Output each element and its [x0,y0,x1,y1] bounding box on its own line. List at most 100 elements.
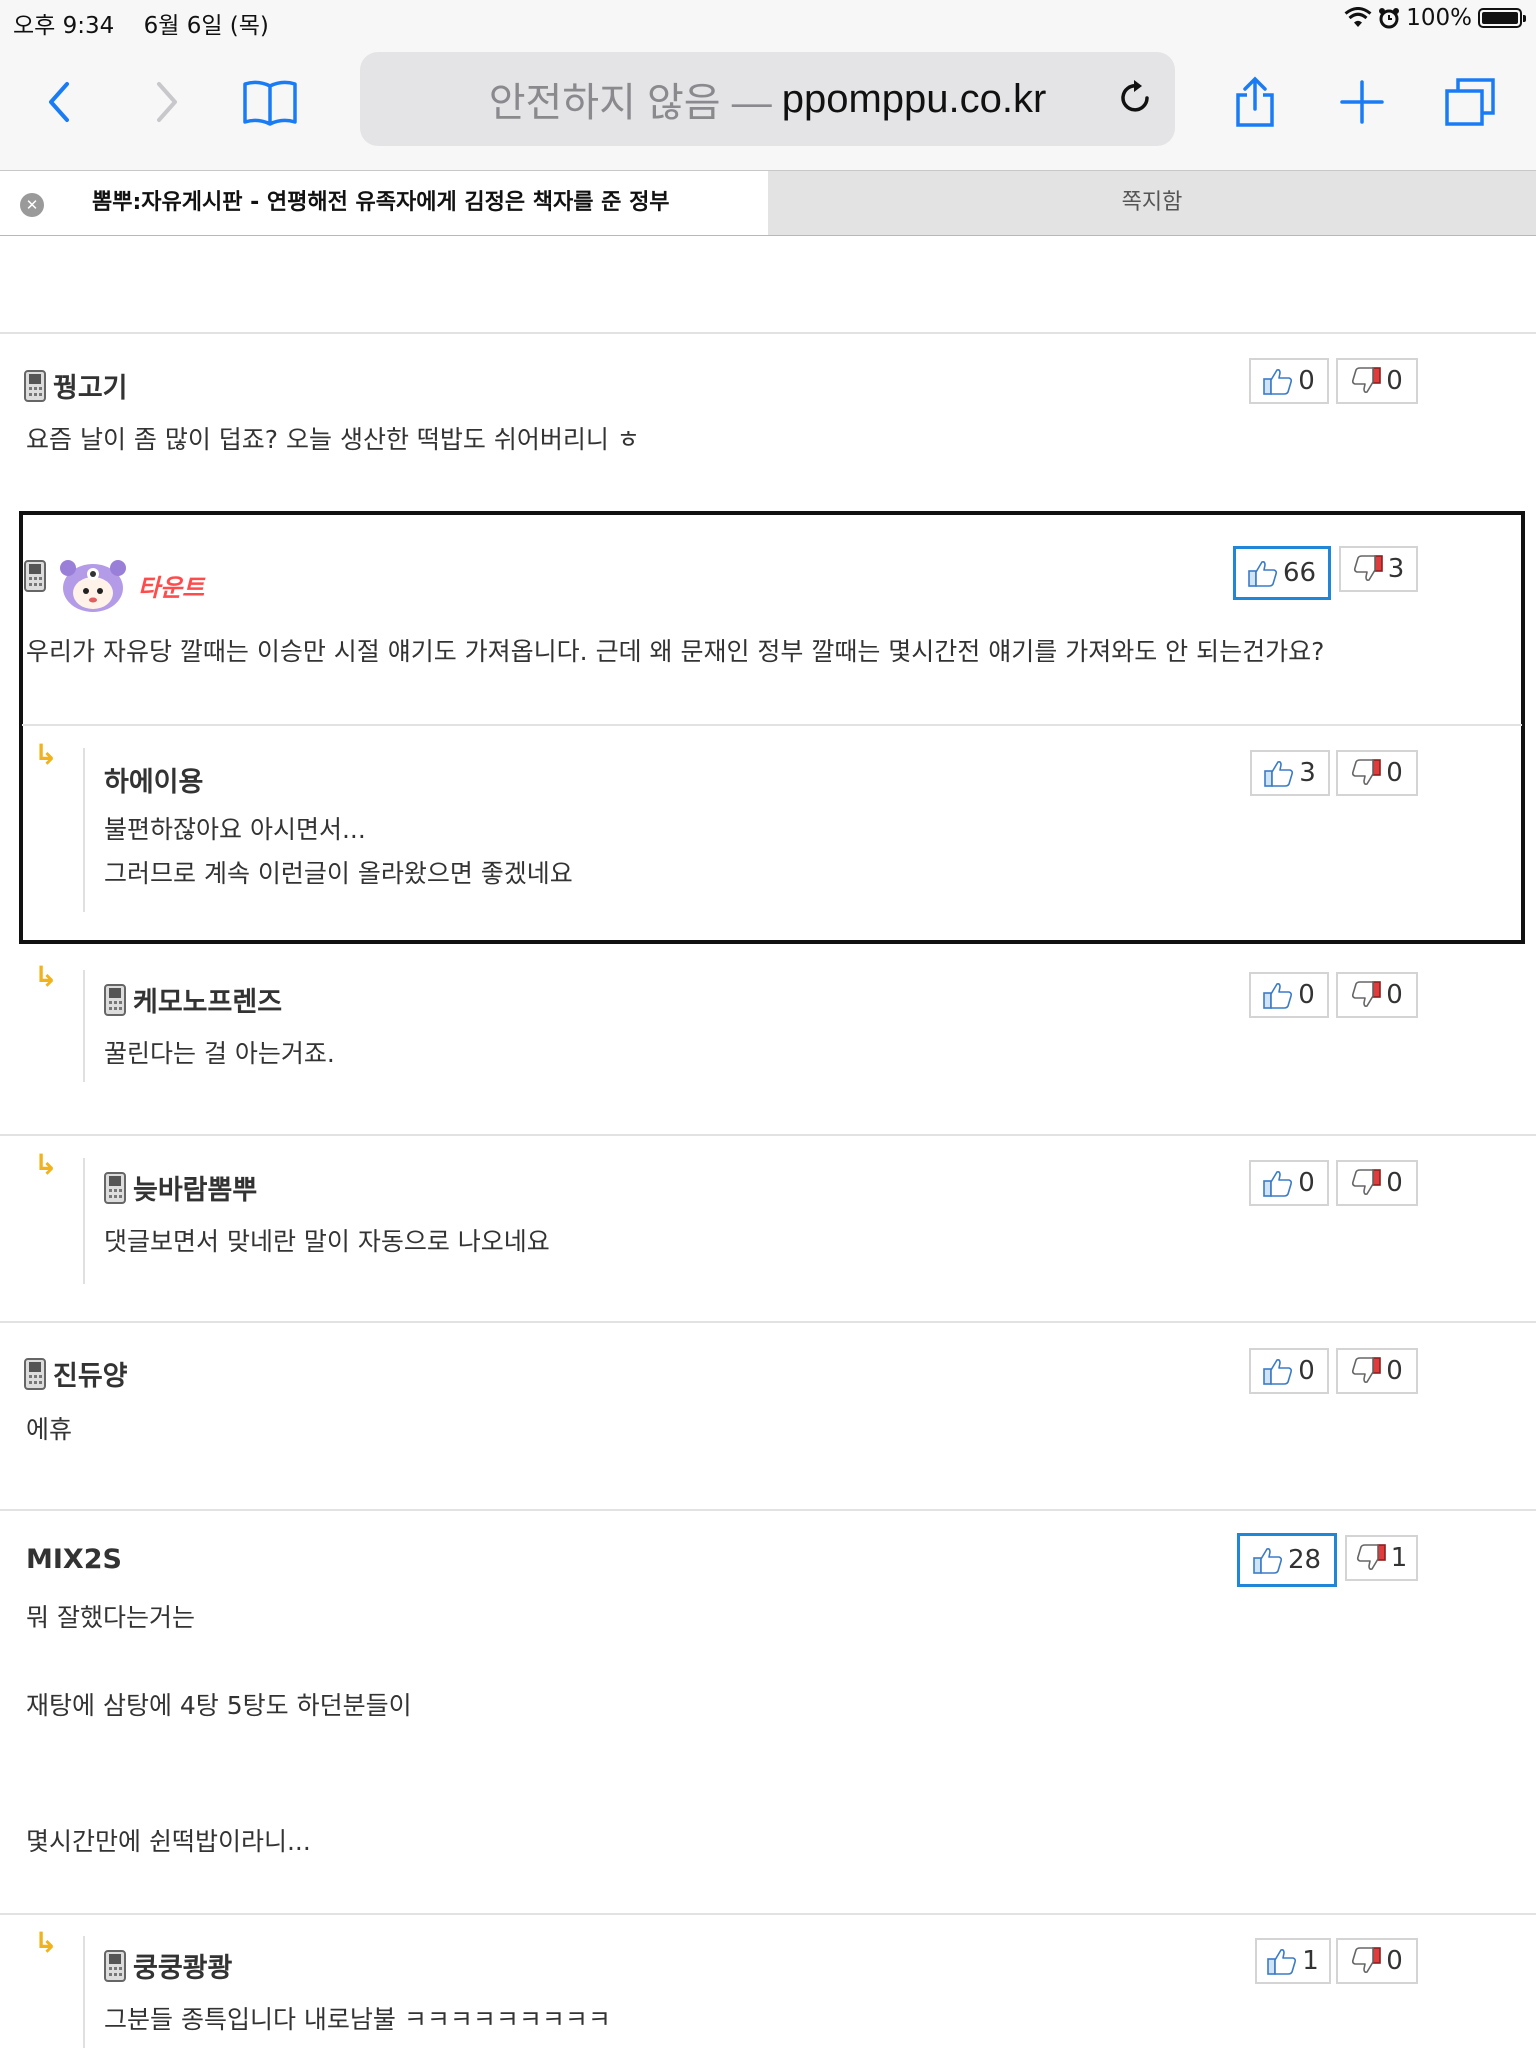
upvote-count: 0 [1298,980,1315,1010]
thumbs-down-icon [1352,981,1382,1007]
divider [22,724,1522,726]
thumbs-up-icon [1263,983,1293,1009]
close-tab-icon[interactable]: ✕ [20,193,44,217]
comment-author: 진듀양 [24,1354,128,1393]
mobile-icon [104,1949,126,1982]
downvote-button[interactable]: 0 [1336,1348,1418,1394]
reply-arrow-icon: ↳ [34,1148,58,1181]
comment-author-name: 쿵쿵쾅쾅 [133,1953,233,1984]
downvote-count: 0 [1386,980,1403,1010]
tabs-icon [1445,78,1495,126]
upvote-button[interactable]: 28 [1237,1533,1337,1587]
chevron-left-icon [49,82,69,122]
thumbs-up-icon [1263,1359,1293,1385]
thumbs-up-icon [1263,369,1293,395]
bookmarks-button[interactable] [240,72,300,132]
thumbs-down-icon [1352,759,1382,785]
comment-author-name: 꿩고기 [53,373,128,404]
upvote-button[interactable]: 1 [1255,1938,1331,1984]
downvote-count: 0 [1386,1356,1403,1386]
comment-text: 불편하잖아요 아시면서... [104,815,366,844]
upvote-button[interactable]: 0 [1249,358,1329,404]
divider [0,1321,1536,1323]
downvote-button[interactable]: 1 [1345,1535,1418,1581]
tab-inactive[interactable]: 쪽지함 [768,171,1536,235]
share-button[interactable] [1225,72,1285,132]
reply-arrow-icon: ↳ [34,960,58,993]
battery-percent: 100% [1406,5,1472,31]
upvote-count: 1 [1302,1946,1319,1976]
battery-icon [1478,8,1526,28]
comment-text: 꿀린다는 걸 아는거죠. [104,1039,335,1068]
comment-author-name: 늦바람뽐뿌 [133,1175,258,1206]
reply-indent-bar [83,1158,85,1284]
upvote-count: 66 [1282,558,1317,588]
alarm-icon [1379,8,1400,29]
tab-title-active: 뽐뿌:자유게시판 - 연평해전 유족자에게 김정은 책자를 준 정부 [92,190,670,215]
mobile-icon [104,983,126,1016]
book-icon [243,80,297,126]
thumbs-down-icon [1356,1544,1386,1570]
mobile-icon [24,369,46,402]
downvote-count: 0 [1386,1168,1403,1198]
upvote-count: 0 [1298,1168,1315,1198]
upvote-button[interactable]: 0 [1249,1160,1329,1206]
comment-text: 재탕에 삼탕에 4탕 5탕도 하던분들이 [26,1691,412,1720]
divider [0,332,1536,334]
reply-arrow-icon: ↳ [34,1926,58,1959]
downvote-count: 0 [1386,366,1403,396]
downvote-button[interactable]: 0 [1336,750,1418,796]
downvote-button[interactable]: 0 [1336,358,1418,404]
thumbs-up-icon [1267,1949,1297,1975]
divider [0,1509,1536,1511]
upvote-button[interactable]: 0 [1249,1348,1329,1394]
mobile-icon [24,1357,46,1390]
comment-author: 쿵쿵쾅쾅 [104,1946,232,1985]
tab-active[interactable]: ✕ 뽐뿌:자유게시판 - 연평해전 유족자에게 김정은 책자를 준 정부 [0,171,768,235]
mobile-icon [104,1171,126,1204]
browser-toolbar: 안전하지 않음 — ppomppu.co.kr [0,40,1536,170]
status-date: 6월 6일 (목) [143,13,269,39]
status-bar: 오후 9:34 6월 6일 (목) 100% [0,0,1536,40]
status-time: 오후 9:34 [13,13,115,39]
downvote-button[interactable]: 3 [1339,546,1418,592]
comment-text: 요즘 날이 좀 많이 덥죠? 오늘 생산한 떡밥도 쉬어버리니 ㅎ [26,425,640,454]
new-tab-button[interactable] [1332,72,1392,132]
comment-text: 그러므로 계속 이런글이 올라왔으면 좋겠네요 [104,859,573,888]
avatar-icon [60,560,126,612]
thumbs-down-icon [1352,1169,1382,1195]
thumbs-up-icon [1248,561,1277,587]
reply-arrow-icon: ↳ [34,738,58,771]
downvote-button[interactable]: 0 [1336,972,1418,1018]
tab-bar: ✕ 뽐뿌:자유게시판 - 연평해전 유족자에게 김정은 책자를 준 정부 쪽지함 [0,170,1536,236]
comment-author [24,560,53,592]
comment-author-name: 타운트 [138,574,205,602]
url-domain: ppomppu.co.kr [781,76,1047,121]
comment-text: 댓글보면서 맞네란 말이 자동으로 나오네요 [104,1227,550,1256]
upvote-button[interactable]: 66 [1233,546,1331,600]
thumbs-up-icon [1253,1548,1282,1574]
share-icon [1236,76,1274,127]
address-bar[interactable]: 안전하지 않음 — ppomppu.co.kr [360,52,1175,146]
comment-author: 늦바람뽐뿌 [104,1168,257,1207]
downvote-button[interactable]: 0 [1336,1938,1418,1984]
thumbs-up-icon [1263,1171,1293,1197]
downvote-count: 3 [1387,554,1405,584]
comment-author: 꿩고기 [24,366,128,405]
downvote-button[interactable]: 0 [1336,1160,1418,1206]
reply-indent-bar [83,970,85,1082]
thumbs-down-icon [1352,1947,1382,1973]
comment-text: 에휴 [26,1415,73,1444]
upvote-button[interactable]: 0 [1249,972,1329,1018]
divider [0,1134,1536,1136]
comment-author: MIX2S [26,1544,122,1575]
tabs-button[interactable] [1440,72,1500,132]
back-button[interactable] [30,72,90,132]
reload-icon [1121,80,1149,112]
upvote-button[interactable]: 3 [1250,750,1330,796]
forward-button[interactable] [136,72,196,132]
upvote-count: 3 [1299,758,1316,788]
downvote-count: 1 [1390,1543,1408,1573]
reload-button[interactable] [1117,76,1153,126]
chevron-right-icon [157,82,177,122]
